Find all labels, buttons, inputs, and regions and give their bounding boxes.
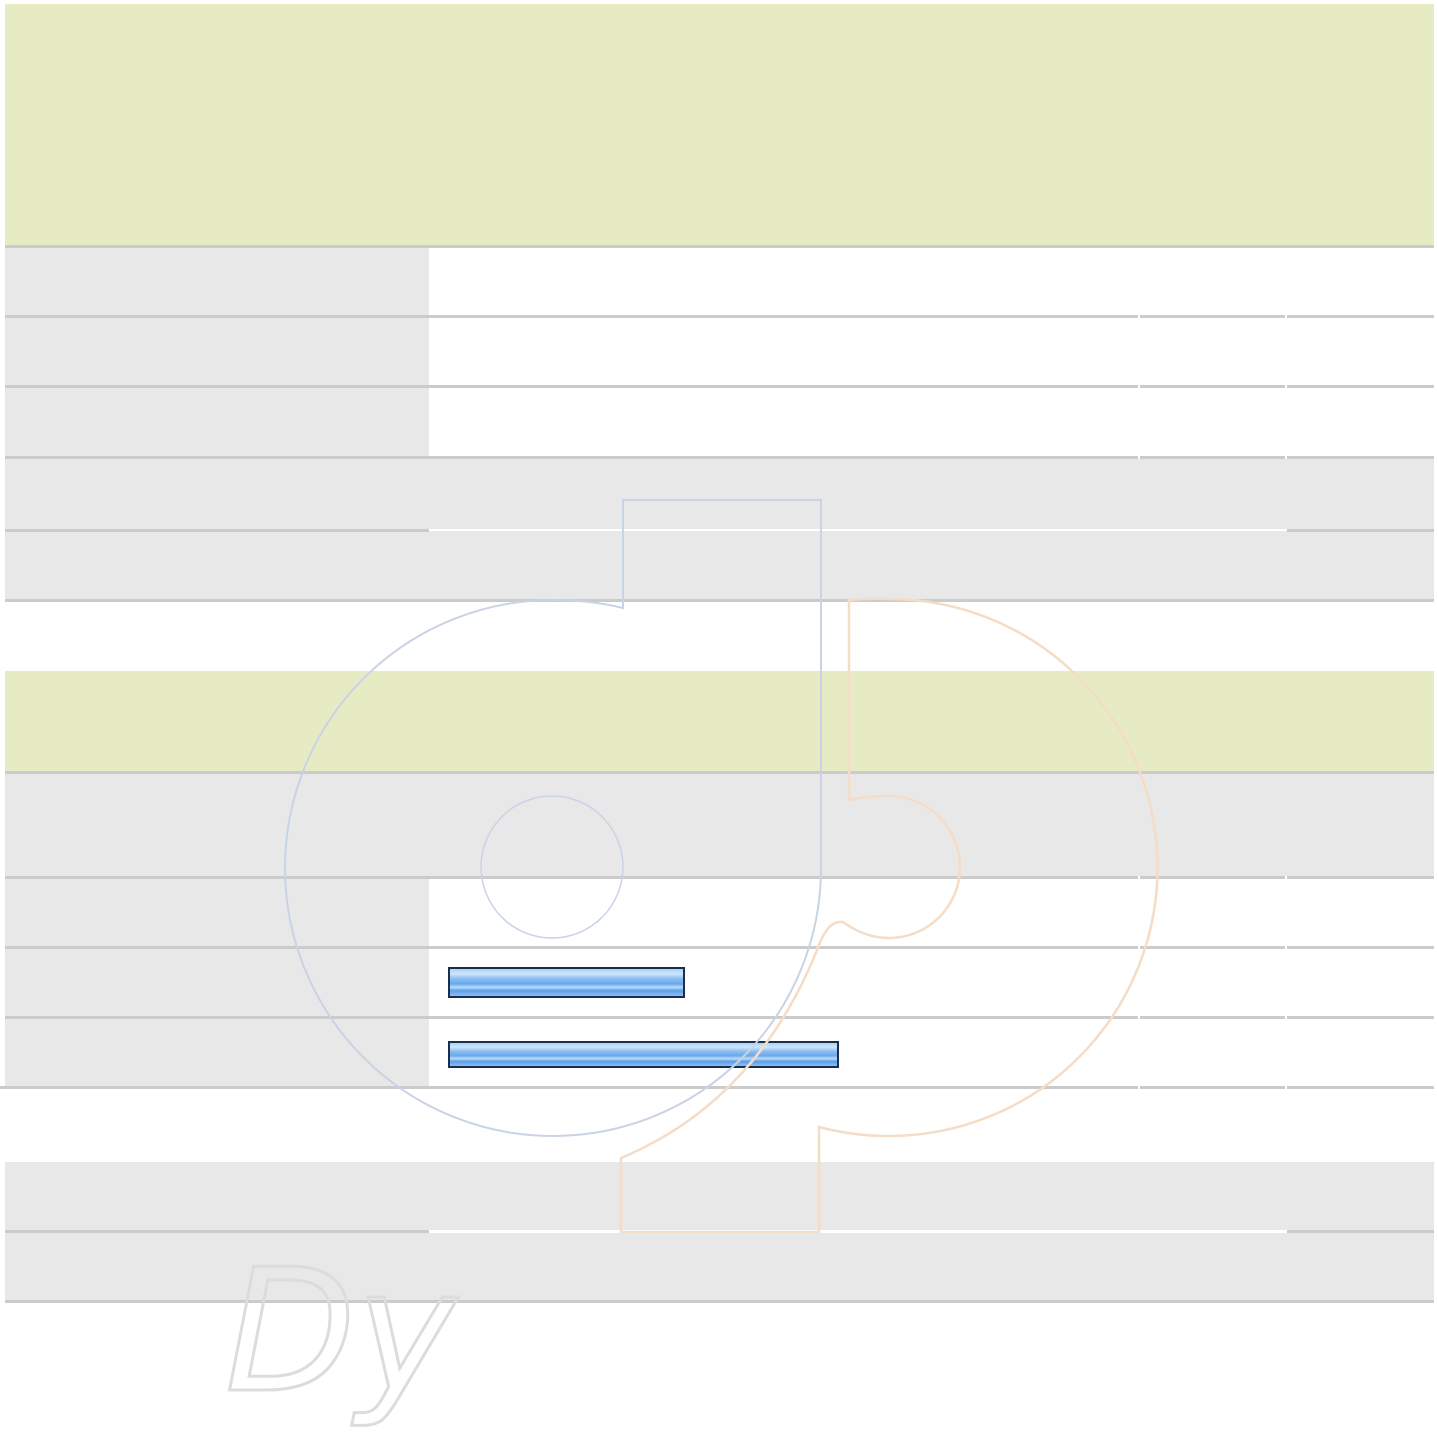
section-2-row-2-label-cell	[5, 879, 429, 946]
section-1-row-2-label-cell	[5, 318, 429, 386]
section-1-rule	[5, 599, 1434, 602]
section-2-rule	[5, 876, 1434, 879]
section-1-rule	[5, 385, 1434, 388]
section-1-col-gap	[1138, 315, 1140, 459]
progress-bar-2	[448, 1041, 839, 1068]
section-2-row-3-label-cell	[5, 949, 429, 1016]
section-1-rule	[5, 456, 1434, 459]
section-1-rule	[1287, 529, 1434, 532]
section-1-row-1-label-cell	[5, 248, 429, 316]
section-3-row-1	[5, 1162, 1434, 1230]
section-1-rule	[5, 245, 1434, 248]
section-3-rule	[5, 1300, 1434, 1303]
section-2-rule	[5, 946, 1434, 949]
section-2-row-1	[5, 774, 1434, 877]
section-2-rule	[5, 1016, 1434, 1019]
section-1-row-5	[5, 531, 1434, 600]
section-2-row-1-fill	[1138, 774, 1140, 876]
section-2-row-1-fill	[1285, 774, 1287, 876]
section-1-header	[5, 4, 1434, 246]
section-2-row-4-label-cell	[5, 1019, 429, 1086]
section-2-header	[5, 671, 1434, 771]
section-1-col-gap	[1285, 315, 1287, 459]
section-2-rule	[5, 771, 1434, 774]
section-2-col-gap	[1285, 876, 1287, 1089]
section-2-rule	[0, 1086, 1434, 1089]
section-1-rule	[5, 529, 429, 532]
section-1-row-4	[5, 459, 1434, 529]
section-1-row-3-label-cell	[5, 388, 429, 456]
section-2-col-gap	[1138, 876, 1140, 1089]
section-3-rule	[5, 1230, 429, 1233]
progress-bar-1	[448, 967, 685, 998]
section-3-rule	[1287, 1230, 1434, 1233]
section-1-rule	[5, 315, 1434, 318]
section-3-row-2	[5, 1233, 1434, 1301]
